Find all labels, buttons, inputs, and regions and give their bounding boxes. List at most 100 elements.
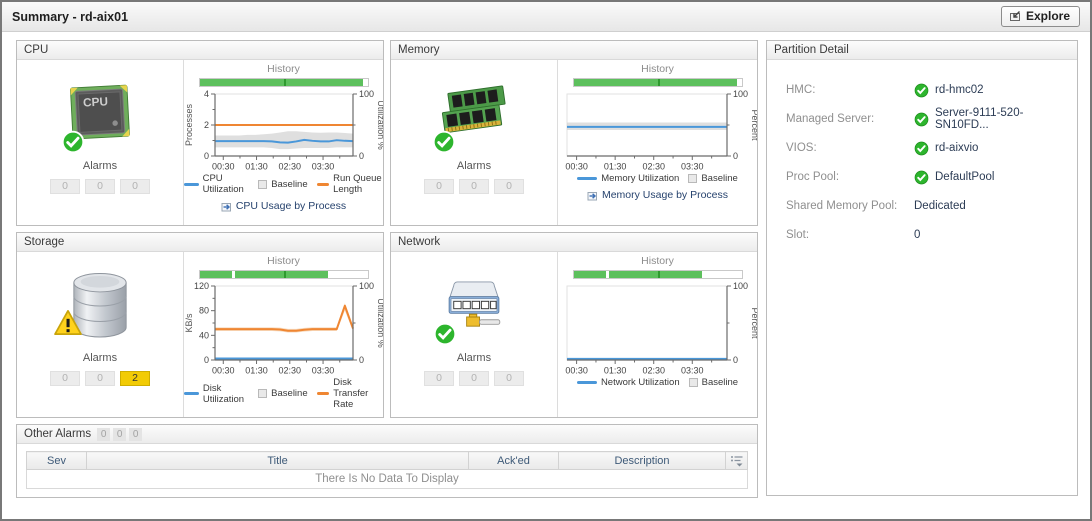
alarm-count-box[interactable]: 0: [424, 179, 454, 194]
alarm-count-box[interactable]: 0: [85, 179, 115, 194]
history-segment: [574, 271, 607, 278]
svg-text:00:30: 00:30: [565, 366, 588, 376]
partition-row-managed-server: Managed Server: Server-9111-520-SN10FD..…: [786, 111, 1067, 127]
status-ok-icon: [432, 130, 456, 154]
svg-text:01:30: 01:30: [245, 162, 268, 172]
other-alarms-panel: Other Alarms 0 0 0 Sev Title Ack'ed: [16, 424, 758, 498]
partition-value-link[interactable]: Server-9111-520-SN10FD...: [935, 107, 1067, 131]
alarm-count-box[interactable]: 0: [50, 179, 80, 194]
other-alarms-title: Other Alarms: [24, 428, 91, 440]
svg-text:100: 100: [733, 89, 748, 99]
legend-box-swatch: [258, 180, 267, 189]
cpu-usage-by-process-link[interactable]: CPU Usage by Process: [221, 200, 346, 212]
partition-value-link[interactable]: rd-hmc02: [935, 84, 984, 96]
alarms-label: Alarms: [457, 352, 491, 364]
network-panel-header: Network: [391, 233, 757, 252]
partition-value-link[interactable]: DefaultPool: [935, 171, 994, 183]
explore-label: Explore: [1026, 9, 1070, 23]
memory-utilization-chart: 00:3001:3002:3003:300100Percent: [559, 88, 757, 173]
alarm-count-box[interactable]: 0: [50, 371, 80, 386]
legend-item: Disk Utilization: [184, 383, 249, 405]
history-label: History: [267, 63, 300, 75]
storage-chart-cell: History 00:3001:3002:3003:3004080120KB/s…: [184, 252, 383, 417]
alarm-count-box[interactable]: 0: [459, 371, 489, 386]
explore-button[interactable]: Explore: [1001, 6, 1080, 27]
column-header-sev[interactable]: Sev: [27, 452, 87, 470]
alarm-count-box[interactable]: 0: [459, 179, 489, 194]
alarm-count-box[interactable]: 0: [494, 371, 524, 386]
chart-legend: CPU UtilizationBaselineRun Queue Length: [184, 173, 383, 195]
history-timeline-bar[interactable]: [573, 270, 743, 279]
storage-status-cell: Alarms 0 0 2: [17, 252, 184, 417]
svg-text:02:30: 02:30: [642, 366, 665, 376]
storage-panel-header: Storage: [17, 233, 383, 252]
network-alarm-counts: 0 0 0: [424, 371, 524, 386]
status-warning-icon: [53, 309, 83, 336]
svg-text:CPU: CPU: [83, 94, 109, 109]
partition-label: Managed Server:: [786, 113, 914, 125]
network-utilization-chart: 00:3001:3002:3003:300100Percent: [559, 280, 757, 377]
column-header-description[interactable]: Description: [559, 452, 726, 470]
legend-item: Baseline: [688, 173, 737, 184]
memory-alarm-counts: 0 0 0: [424, 179, 524, 194]
history-timeline-bar[interactable]: [199, 78, 369, 87]
chart-legend: Memory UtilizationBaseline: [577, 173, 738, 184]
alarm-count-box[interactable]: 2: [120, 371, 150, 386]
status-ok-icon: [914, 170, 929, 185]
customize-columns-icon[interactable]: [726, 452, 748, 470]
svg-text:00:30: 00:30: [212, 162, 235, 172]
svg-text:02:30: 02:30: [278, 366, 301, 376]
storage-alarm-counts: 0 0 2: [50, 371, 150, 386]
svg-text:120: 120: [193, 281, 208, 291]
svg-text:03:30: 03:30: [681, 162, 704, 172]
legend-box-swatch: [689, 378, 698, 387]
svg-text:0: 0: [359, 151, 364, 161]
svg-text:100: 100: [359, 89, 374, 99]
chart-legend: Disk UtilizationBaselineDisk Transfer Ra…: [184, 377, 383, 410]
drilldown-icon: [221, 201, 232, 212]
cpu-alarm-counts: 0 0 0: [50, 179, 150, 194]
svg-text:4: 4: [203, 89, 208, 99]
svg-text:0: 0: [733, 355, 738, 365]
alarm-count-box[interactable]: 0: [120, 179, 150, 194]
drilldown-icon: [587, 190, 598, 201]
cpu-chart-cell: History 00:3001:3002:3003:30024Processes…: [184, 60, 383, 225]
storage-panel: Storage: [16, 232, 384, 418]
network-status-cell: Alarms 0 0 0: [391, 252, 558, 417]
drilldown-link-label: Memory Usage by Process: [602, 189, 728, 201]
network-chart-cell: History 00:3001:3002:3003:300100Percent …: [558, 252, 757, 417]
partition-row-slot: Slot: 0: [786, 227, 1067, 243]
alarm-count-box[interactable]: 0: [424, 371, 454, 386]
partition-row-hmc: HMC: rd-hmc02: [786, 82, 1067, 98]
history-segment: [200, 79, 363, 86]
memory-panel-header: Memory: [391, 41, 757, 60]
chart-svg: 00:3001:3002:3003:300100Percent: [559, 280, 757, 377]
status-ok-icon: [61, 130, 85, 154]
legend-line-swatch: [317, 183, 329, 186]
history-timeline-bar[interactable]: [199, 270, 369, 279]
column-header-acked[interactable]: Ack'ed: [469, 452, 559, 470]
legend-item: Network Utilization: [577, 377, 680, 388]
alarms-label: Alarms: [457, 160, 491, 172]
alarm-count-box[interactable]: 0: [85, 371, 115, 386]
history-marker: [658, 271, 660, 278]
chart-svg: 00:3001:3002:3003:30024Processes0100Util…: [185, 88, 383, 173]
page-title: Summary - rd-aix01: [12, 10, 128, 24]
history-segment: [574, 79, 737, 86]
memory-status-cell: Alarms 0 0 0: [391, 60, 558, 225]
legend-item: Baseline: [258, 179, 307, 190]
legend-line-swatch: [184, 392, 199, 395]
legend-item: Baseline: [258, 388, 307, 399]
alarm-count-box[interactable]: 0: [494, 179, 524, 194]
svg-text:100: 100: [359, 281, 374, 291]
svg-text:2: 2: [203, 120, 208, 130]
cpu-panel: CPU CPU: [16, 40, 384, 226]
status-ok-icon: [914, 141, 929, 156]
history-timeline-bar[interactable]: [573, 78, 743, 87]
partition-value-link[interactable]: rd-aixvio: [935, 142, 978, 154]
chart-svg: 00:3001:3002:3003:3004080120KB/s0100Util…: [185, 280, 383, 377]
partition-label: Proc Pool:: [786, 171, 914, 183]
history-segment: [609, 271, 702, 278]
memory-usage-by-process-link[interactable]: Memory Usage by Process: [587, 189, 728, 201]
column-header-title[interactable]: Title: [87, 452, 469, 470]
